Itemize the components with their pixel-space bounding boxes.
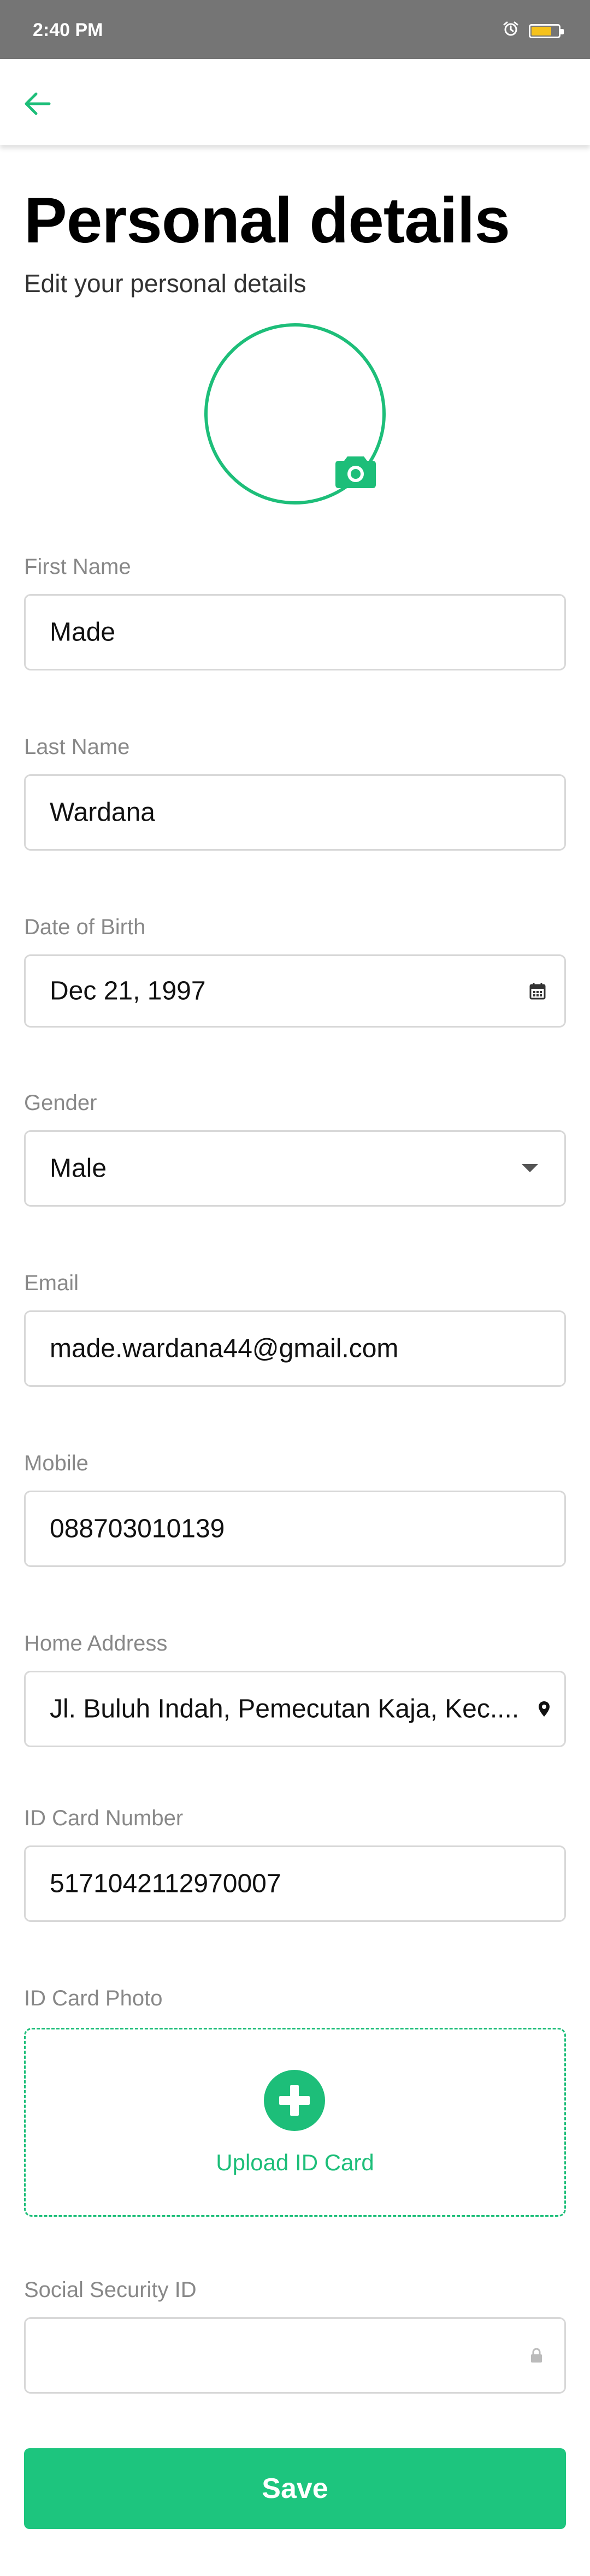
gender-value: Male: [50, 1154, 107, 1183]
battery-icon: [529, 24, 564, 38]
back-arrow-icon: [25, 92, 51, 115]
location-pin-icon[interactable]: [538, 1701, 550, 1717]
calendar-icon[interactable]: [529, 982, 546, 1000]
lock-icon: [530, 2348, 542, 2363]
last-name-label: Last Name: [24, 735, 130, 759]
dob-value: Dec 21, 1997: [50, 976, 206, 1006]
first-name-value: Made: [50, 618, 116, 647]
upload-id-card-area[interactable]: Upload ID Card: [24, 2028, 566, 2217]
first-name-field[interactable]: Made: [24, 594, 566, 670]
save-button[interactable]: Save: [24, 2448, 566, 2529]
page-subtitle: Edit your personal details: [24, 269, 306, 298]
back-button[interactable]: [21, 87, 54, 120]
address-value: Jl. Buluh Indah, Pemecutan Kaja, Kec....: [50, 1694, 520, 1724]
id-card-number-label: ID Card Number: [24, 1806, 184, 1830]
first-name-label: First Name: [24, 555, 131, 579]
status-bar: 2:40 PM: [0, 0, 590, 59]
id-card-number-value: 5171042112970007: [50, 1869, 281, 1898]
social-security-field: [24, 2317, 566, 2394]
plus-icon[interactable]: [264, 2070, 325, 2131]
upload-id-card-label[interactable]: Upload ID Card: [26, 2150, 564, 2176]
app-bar: [0, 59, 590, 145]
id-card-number-field[interactable]: 5171042112970007: [24, 1845, 566, 1922]
dropdown-arrow-icon: [522, 1164, 538, 1173]
alarm-icon: [503, 21, 518, 36]
address-field[interactable]: Jl. Buluh Indah, Pemecutan Kaja, Kec....: [24, 1671, 566, 1747]
email-label: Email: [24, 1271, 79, 1295]
last-name-value: Wardana: [50, 798, 155, 827]
email-field[interactable]: made.wardana44@gmail.com: [24, 1310, 566, 1387]
dob-field[interactable]: Dec 21, 1997: [24, 954, 566, 1028]
gender-select[interactable]: Male: [24, 1130, 566, 1207]
page-title: Personal details: [24, 185, 510, 257]
social-security-label: Social Security ID: [24, 2278, 197, 2302]
gender-label: Gender: [24, 1091, 97, 1115]
dob-label: Date of Birth: [24, 915, 146, 939]
status-time: 2:40 PM: [33, 20, 103, 40]
mobile-value: 088703010139: [50, 1514, 225, 1544]
address-label: Home Address: [24, 1631, 168, 1655]
email-value: made.wardana44@gmail.com: [50, 1334, 399, 1363]
last-name-field[interactable]: Wardana: [24, 774, 566, 851]
camera-icon[interactable]: [334, 453, 377, 489]
mobile-label: Mobile: [24, 1451, 88, 1475]
id-card-photo-label: ID Card Photo: [24, 1986, 163, 2010]
mobile-field[interactable]: 088703010139: [24, 1491, 566, 1567]
